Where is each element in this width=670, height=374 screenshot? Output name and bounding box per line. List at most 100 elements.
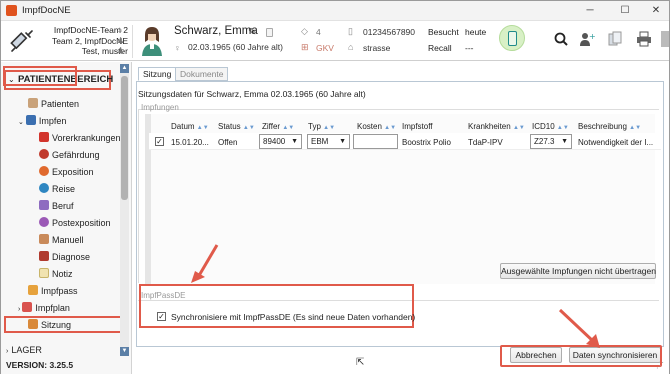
ziffer-value: 89400 bbox=[263, 137, 286, 146]
column-header-label: Typ bbox=[308, 122, 321, 131]
scrollbar-thumb[interactable] bbox=[121, 76, 128, 200]
sort-icon: ▲▼ bbox=[323, 125, 336, 131]
sidebar-item-impfplan[interactable]: › Impfplan bbox=[18, 301, 70, 315]
column-header-label: Kosten bbox=[357, 122, 382, 131]
column-header[interactable]: Typ ▲▼ bbox=[308, 122, 335, 131]
card-icon[interactable] bbox=[266, 28, 273, 37]
sidebar-item-vorerkrankungen[interactable]: Vorerkrankungen bbox=[39, 131, 121, 145]
column-header-label: Status bbox=[218, 122, 241, 131]
print-icon[interactable] bbox=[636, 31, 652, 47]
globe-icon bbox=[39, 183, 49, 193]
sidebar-item-notiz[interactable]: Notiz bbox=[39, 267, 73, 281]
clinic-line: Test, muster bbox=[81, 46, 128, 56]
sidebar-item-manuell[interactable]: Manuell bbox=[39, 233, 84, 247]
sort-icon: ▲▼ bbox=[629, 125, 642, 131]
sidebar-item-label: Reise bbox=[52, 184, 76, 194]
sidebar-item-diagnose[interactable]: Diagnose bbox=[39, 250, 90, 264]
row-checkbox[interactable]: ✓ bbox=[155, 137, 164, 146]
sidebar-item-label: Manuell bbox=[52, 235, 84, 245]
maximize-button[interactable]: ☐ bbox=[610, 3, 640, 19]
typ-select[interactable]: EBM ▼ bbox=[307, 134, 350, 149]
gender-icon: ♀ bbox=[174, 43, 181, 53]
column-header[interactable]: Krankheiten ▲▼ bbox=[468, 122, 525, 131]
cell-status: Offen bbox=[218, 138, 238, 147]
search-icon[interactable] bbox=[554, 32, 568, 46]
note-icon bbox=[39, 268, 49, 278]
sidebar-item-label: Impfplan bbox=[35, 303, 70, 313]
sidebar-item-sitzung[interactable]: Sitzung bbox=[28, 318, 71, 332]
sidebar-item-postexposition[interactable]: Postexposition bbox=[39, 216, 111, 230]
dropdown-arrow-icon: ▼ bbox=[561, 138, 568, 145]
sidebar-item-label: Notiz bbox=[52, 269, 73, 279]
dropdown-arrow-icon: ▼ bbox=[339, 138, 346, 145]
sidebar-item-gefaehrdung[interactable]: Gefährdung bbox=[39, 148, 100, 162]
documents-icon[interactable] bbox=[607, 31, 623, 47]
chevron-down-icon: ⌄ bbox=[18, 119, 24, 126]
do-not-transfer-button[interactable]: Ausgewählte Impfungen nicht übertragen bbox=[500, 263, 656, 279]
scroll-up-icon[interactable]: ▲ bbox=[120, 64, 129, 73]
sidebar-item-patienten[interactable]: Patienten bbox=[28, 97, 79, 111]
sidebar-item-beruf[interactable]: Beruf bbox=[39, 199, 74, 213]
post-exposure-icon bbox=[39, 217, 49, 227]
column-header[interactable]: Status ▲▼ bbox=[218, 122, 255, 131]
column-header-label: Krankheiten bbox=[468, 122, 511, 131]
scroll-down-icon[interactable]: ▼ bbox=[120, 347, 129, 356]
patient-dob: 02.03.1965 (60 Jahre alt) bbox=[188, 42, 283, 52]
person-icon: ♟ bbox=[117, 35, 125, 45]
sidebar-item-label: Patienten bbox=[41, 99, 80, 109]
section-highlight-box bbox=[3, 66, 77, 86]
add-patient-icon[interactable]: + bbox=[579, 31, 595, 47]
sidebar-item-label: Diagnose bbox=[52, 252, 91, 262]
tab-sitzung[interactable]: Sitzung bbox=[138, 67, 177, 81]
column-header[interactable]: Impfstoff bbox=[402, 122, 433, 131]
sidebar-item-lager[interactable]: › LAGER bbox=[6, 345, 42, 355]
sort-icon: ▲▼ bbox=[556, 125, 569, 131]
street-address: strasse bbox=[363, 43, 391, 53]
icd10-select[interactable]: Z27.3 ▼ bbox=[530, 134, 572, 149]
sidebar-item-label: Impfen bbox=[38, 116, 67, 126]
column-header[interactable]: Beschreibung ▲▼ bbox=[578, 122, 641, 131]
visited-value: heute bbox=[465, 27, 487, 37]
cell-beschreibung: Notwendigkeit der I... bbox=[578, 138, 654, 147]
ziffer-select[interactable]: 89400 ▼ bbox=[259, 134, 302, 149]
close-button[interactable]: ✕ bbox=[641, 3, 670, 19]
column-header[interactable]: Datum ▲▼ bbox=[171, 122, 209, 131]
column-header[interactable]: Ziffer ▲▼ bbox=[262, 122, 294, 131]
sync-impfpassde-label: Synchronisiere mit ImpfPassDE (Es sind n… bbox=[171, 312, 416, 322]
divider bbox=[132, 25, 133, 58]
clinic-info: ImpfDocNE-Team 2 Team 2, ImpfDocNE Test,… bbox=[43, 25, 128, 57]
tag-count: 4 bbox=[316, 27, 321, 37]
sidebar-item-exposition[interactable]: Exposition bbox=[39, 165, 94, 179]
column-header-label: Beschreibung bbox=[578, 122, 627, 131]
column-header[interactable]: ICD10 ▲▼ bbox=[532, 122, 569, 131]
sidebar-item-label: Impfpass bbox=[41, 286, 78, 296]
more-icon[interactable] bbox=[661, 31, 669, 47]
sidebar-item-label: Beruf bbox=[52, 201, 74, 211]
session-title: Sitzungsdaten für Schwarz, Emma 02.03.19… bbox=[138, 89, 366, 99]
patient-avatar bbox=[142, 27, 162, 56]
resize-grip-icon[interactable]: ⋰ bbox=[656, 361, 664, 370]
clinic-line: Team 2, ImpfDocNE bbox=[51, 35, 128, 46]
clinic-icons: ⌂ ♟ ♟ bbox=[117, 25, 127, 57]
patients-icon bbox=[28, 98, 38, 108]
column-header-label: ICD10 bbox=[532, 122, 555, 131]
minimize-button[interactable]: ─ bbox=[575, 3, 605, 19]
column-header-label: Ziffer bbox=[262, 122, 281, 131]
column-header-label: Datum bbox=[171, 122, 195, 131]
app-window: ImpfDocNE ─ ☐ ✕ ImpfDocNE-Team 2 Team 2,… bbox=[0, 0, 670, 374]
sidebar-item-reise[interactable]: Reise bbox=[39, 182, 75, 196]
sidebar-item-label: Exposition bbox=[52, 167, 94, 177]
medical-history-icon bbox=[39, 132, 49, 142]
person-icon: ♟ bbox=[117, 46, 125, 55]
sync-impfpassde-checkbox[interactable]: ✓ bbox=[157, 312, 166, 321]
edit-pencil-icon[interactable]: ✎ bbox=[248, 27, 256, 38]
kosten-input[interactable] bbox=[353, 134, 398, 149]
visited-label: Besucht bbox=[428, 27, 459, 37]
sidebar-item-impfen[interactable]: ⌄ Impfen bbox=[18, 114, 66, 128]
sidebar-scrollbar[interactable]: ▲ ▼ bbox=[120, 64, 129, 356]
column-header[interactable]: Kosten ▲▼ bbox=[357, 122, 396, 131]
mobile-device-button[interactable] bbox=[499, 25, 525, 51]
address-home-icon: ⌂ bbox=[348, 42, 354, 52]
tab-dokumente[interactable]: Dokumente bbox=[175, 67, 229, 81]
sidebar-item-impfpass[interactable]: Impfpass bbox=[28, 284, 78, 298]
